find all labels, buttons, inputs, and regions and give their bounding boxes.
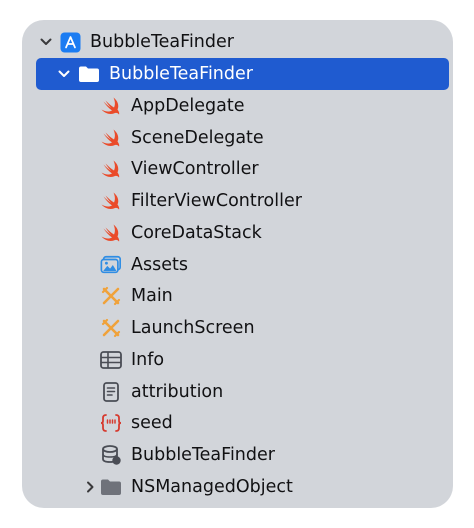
- swift-icon: [100, 158, 122, 180]
- file-name: LaunchScreen: [131, 318, 255, 338]
- file-row-datamodel[interactable]: BubbleTeaFinder: [22, 439, 453, 471]
- chevron-down-icon[interactable]: [38, 34, 54, 50]
- text-file-icon: [100, 381, 122, 403]
- storyboard-icon: [100, 285, 122, 307]
- file-row-main[interactable]: Main: [22, 280, 453, 312]
- file-name: ViewController: [131, 159, 259, 179]
- subgroup-row[interactable]: NSManagedObject: [22, 471, 453, 503]
- folder-icon: [78, 63, 100, 85]
- plist-table-icon: [100, 349, 122, 371]
- file-row-info[interactable]: Info: [22, 344, 453, 376]
- group-row-selected[interactable]: BubbleTeaFinder: [36, 58, 449, 90]
- chevron-down-icon[interactable]: [56, 66, 72, 82]
- xcode-project-icon: [59, 31, 81, 53]
- file-name: FilterViewController: [131, 191, 302, 211]
- group-name: BubbleTeaFinder: [109, 64, 253, 84]
- asset-catalog-icon: [100, 254, 122, 276]
- file-name: SceneDelegate: [131, 128, 264, 148]
- file-row-attribution[interactable]: attribution: [22, 376, 453, 408]
- file-name: AppDelegate: [131, 96, 245, 116]
- storyboard-icon: [100, 317, 122, 339]
- file-name: Info: [131, 350, 165, 370]
- swift-icon: [100, 95, 122, 117]
- file-row-appdelegate[interactable]: AppDelegate: [22, 90, 453, 122]
- file-name: Assets: [131, 255, 188, 275]
- project-navigator: BubbleTeaFinder BubbleTeaFinder AppDeleg…: [22, 20, 453, 508]
- file-row-launchscreen[interactable]: LaunchScreen: [22, 312, 453, 344]
- file-name: BubbleTeaFinder: [131, 445, 275, 465]
- core-data-model-icon: [100, 444, 122, 466]
- json-file-icon: [100, 412, 122, 434]
- file-row-filterviewcontroller[interactable]: FilterViewController: [22, 185, 453, 217]
- file-row-seed[interactable]: seed: [22, 407, 453, 439]
- file-name: CoreDataStack: [131, 223, 262, 243]
- folder-icon: [100, 476, 122, 498]
- subgroup-name: NSManagedObject: [131, 477, 293, 497]
- project-name: BubbleTeaFinder: [90, 32, 234, 52]
- file-row-viewcontroller[interactable]: ViewController: [22, 153, 453, 185]
- file-name: Main: [131, 286, 173, 306]
- file-name: attribution: [131, 382, 224, 402]
- file-name: seed: [131, 413, 173, 433]
- chevron-right-icon[interactable]: [82, 479, 98, 495]
- file-row-coredatastack[interactable]: CoreDataStack: [22, 217, 453, 249]
- swift-icon: [100, 127, 122, 149]
- file-row-assets[interactable]: Assets: [22, 249, 453, 281]
- swift-icon: [100, 222, 122, 244]
- project-row[interactable]: BubbleTeaFinder: [22, 26, 453, 58]
- swift-icon: [100, 190, 122, 212]
- file-row-scenedelegate[interactable]: SceneDelegate: [22, 122, 453, 154]
